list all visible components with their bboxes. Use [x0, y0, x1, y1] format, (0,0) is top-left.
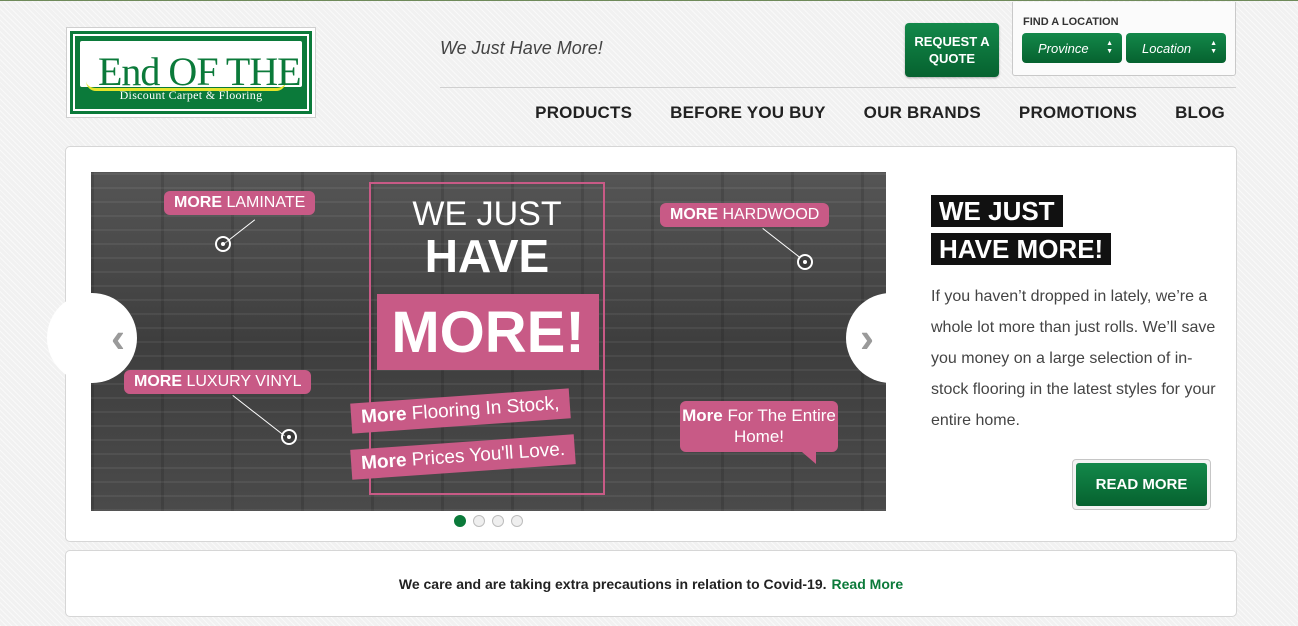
banner-rest-words: Flooring In Stock,	[411, 393, 560, 425]
hero-headline: WE JUST HAVE MORE!	[931, 195, 1112, 271]
logo-wordmark: End OF THE Roll	[98, 49, 310, 94]
pager-dot-4[interactable]	[511, 515, 523, 527]
find-location-title: FIND A LOCATION	[1023, 16, 1119, 28]
banner-rest-words: Prices You'll Love.	[411, 438, 566, 471]
find-location-panel: FIND A LOCATION Province ▲ ▼ Location ▲ ▼	[1012, 2, 1236, 76]
tag-more-hardwood: MORE HARDWOOD	[660, 203, 830, 227]
hero-headline-line1: WE JUST	[931, 195, 1063, 227]
tagline: We Just Have More!	[440, 38, 603, 58]
slide-have: HAVE	[424, 230, 550, 282]
tag-rest-words: LUXURY VINYL	[186, 373, 302, 390]
logo-badge: End OF THE Roll Discount Carpet & Floori…	[70, 31, 312, 114]
logo[interactable]: End OF THE Roll Discount Carpet & Floori…	[66, 27, 316, 118]
select-arrows-icon: ▲ ▼	[1106, 40, 1113, 55]
province-select-value: Province	[1038, 40, 1089, 56]
tag-bold-word: MORE	[670, 206, 718, 223]
carousel-prev-button[interactable]: ‹	[47, 293, 137, 383]
read-more-button[interactable]: READ MORE	[1076, 463, 1207, 506]
chevron-right-icon: ›	[860, 314, 874, 361]
select-arrows-icon: ▲ ▼	[1210, 40, 1217, 55]
chevron-left-icon: ‹	[111, 314, 125, 361]
location-select-value: Location	[1142, 40, 1192, 56]
slide-speech-bubble: More For The Entire Home!	[680, 401, 838, 464]
pager-dot-2[interactable]	[473, 515, 485, 527]
banner-bold-word: More	[360, 403, 408, 428]
carousel-next-button[interactable]: ›	[846, 293, 936, 383]
slide-we-just: WE JUST	[412, 195, 562, 233]
nav-item-promotions[interactable]: PROMOTIONS	[1019, 103, 1137, 123]
pager-dot-1[interactable]	[454, 515, 466, 527]
province-select[interactable]: Province ▲ ▼	[1022, 33, 1122, 63]
target-dot-icon	[281, 429, 297, 445]
covid-notice-text: We care and are taking extra precautions…	[398, 575, 827, 592]
logo-subtitle: Discount Carpet & Flooring	[119, 88, 263, 102]
bubble-rest-words: For The Entire Home!	[727, 406, 836, 446]
covid-read-more-link[interactable]: Read More	[832, 576, 904, 592]
nav-item-products[interactable]: PRODUCTS	[535, 103, 632, 123]
request-quote-button[interactable]: REQUEST A QUOTE	[905, 23, 999, 77]
hero-headline-line2: HAVE MORE!	[931, 233, 1112, 265]
nav-item-before-you-buy[interactable]: BEFORE YOU BUY	[670, 103, 826, 123]
logo-wordmark-panel: End OF THE Roll	[80, 41, 310, 93]
target-dot-icon	[797, 254, 813, 270]
bubble-bold-word: More	[682, 406, 723, 425]
slide-more: MORE!	[377, 294, 599, 370]
tag-rest-words: LAMINATE	[226, 194, 306, 211]
tag-more-luxury-vinyl: MORE LUXURY VINYL	[124, 370, 312, 394]
tag-rest-words: HARDWOOD	[722, 206, 820, 223]
nav-item-blog[interactable]: BLOG	[1175, 103, 1225, 123]
pager-dot-3[interactable]	[492, 515, 504, 527]
carousel-slide-image[interactable]: MORE LAMINATE MORE HARDWOOD MORE LUXURY …	[91, 172, 886, 511]
tag-bold-word: MORE	[174, 194, 222, 211]
banner-bold-word: More	[360, 449, 408, 475]
covid-notice: We care and are taking extra precautions…	[65, 550, 1237, 617]
nav-item-our-brands[interactable]: OUR BRANDS	[864, 103, 981, 123]
read-more-frame: READ MORE	[1072, 459, 1211, 510]
hero-card: MORE LAMINATE MORE HARDWOOD MORE LUXURY …	[47, 146, 1237, 542]
location-select[interactable]: Location ▲ ▼	[1126, 33, 1226, 63]
tag-bold-word: MORE	[134, 373, 182, 390]
tag-more-laminate: MORE LAMINATE	[164, 191, 316, 215]
main-nav: PRODUCTS BEFORE YOU BUY OUR BRANDS PROMO…	[535, 103, 1225, 123]
target-dot-icon	[215, 236, 231, 252]
carousel-pager	[454, 515, 523, 527]
header-divider	[440, 87, 1236, 88]
hero-body-text: If you haven’t dropped in lately, we’re …	[931, 288, 1216, 429]
